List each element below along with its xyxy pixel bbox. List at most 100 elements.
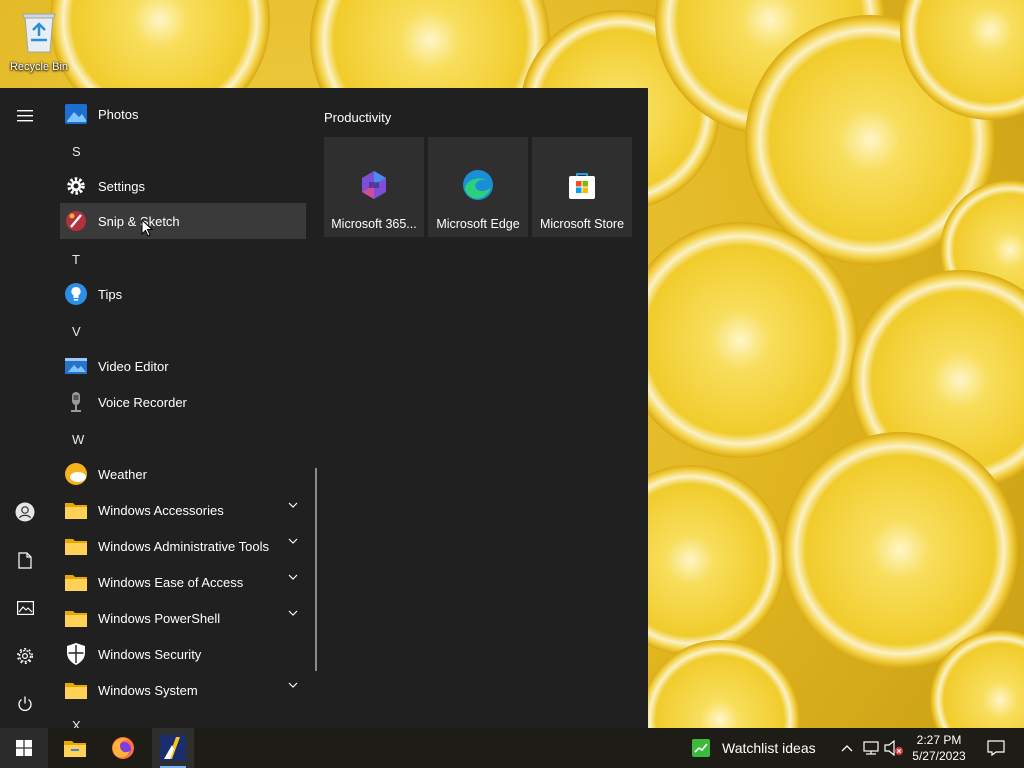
letter-header-w[interactable]: W [72, 432, 84, 447]
letter-header-v[interactable]: V [72, 324, 81, 339]
store-icon [569, 173, 595, 199]
folder-icon [64, 606, 88, 630]
app-item-windows-security[interactable]: Windows Security [60, 636, 306, 672]
notifications-button[interactable] [976, 728, 1016, 768]
power-icon [18, 696, 32, 711]
notification-icon [987, 740, 1005, 756]
tile-label: Microsoft Edge [436, 217, 520, 231]
tile-group-title[interactable]: Productivity [324, 110, 391, 125]
voice-recorder-icon [64, 390, 88, 414]
tile-label: Microsoft 365... [331, 217, 417, 231]
hamburger-button[interactable] [0, 96, 50, 136]
tile-label: Microsoft Store [539, 217, 625, 231]
folder-icon [64, 678, 88, 702]
recycle-bin-icon [22, 13, 56, 53]
app-item-photos[interactable]: Photos [60, 96, 306, 132]
app-list[interactable]: Photos S Settings Snip & Sketch T Tips V [58, 88, 310, 728]
app-label: Windows PowerShell [98, 610, 221, 626]
folder-icon [64, 498, 88, 522]
firefox-icon [112, 737, 134, 759]
app-folder-windows-accessories[interactable]: Windows Accessories [60, 492, 306, 528]
app-item-weather[interactable]: Weather [60, 456, 306, 492]
start-menu: Photos S Settings Snip & Sketch T Tips V [0, 88, 648, 728]
power-button[interactable] [0, 684, 50, 724]
app-label: Windows System [98, 682, 198, 698]
app-label: Windows Accessories [98, 502, 224, 518]
recycle-bin-shortcut[interactable]: Recycle Bin [4, 8, 74, 73]
app-list-scrollbar[interactable] [315, 468, 317, 671]
video-editor-icon [64, 354, 88, 378]
volume-button[interactable] [883, 728, 905, 768]
microsoft-365-icon [362, 171, 386, 199]
tile-microsoft-store[interactable]: Microsoft Store [532, 137, 632, 237]
taskbar-firefox[interactable] [100, 728, 146, 768]
chevron-down-icon[interactable] [288, 610, 298, 616]
file-explorer-icon [64, 741, 86, 757]
app-item-settings[interactable]: Settings [60, 168, 306, 204]
app-item-voice-recorder[interactable]: Voice Recorder [60, 384, 306, 420]
chevron-down-icon[interactable] [288, 682, 298, 688]
app-icon [160, 735, 186, 761]
app-label: Settings [98, 178, 145, 194]
app-label: Video Editor [98, 358, 169, 374]
network-button[interactable] [860, 728, 882, 768]
tile-microsoft-365[interactable]: Microsoft 365... [324, 137, 424, 237]
show-hidden-icons-button[interactable] [836, 728, 858, 768]
app-label: Voice Recorder [98, 394, 187, 410]
letter-header-x[interactable]: X [72, 718, 81, 728]
folder-icon [64, 534, 88, 558]
app-label: Windows Security [98, 646, 202, 662]
clock-time: 2:27 PM [916, 733, 962, 747]
user-icon [15, 502, 35, 522]
clock[interactable]: 2:27 PM 5/27/2023 [908, 732, 970, 764]
network-icon [863, 741, 879, 755]
app-label: Tips [98, 286, 123, 302]
taskbar-active-app[interactable] [152, 728, 194, 768]
app-label: Windows Administrative Tools [98, 538, 269, 554]
documents-button[interactable] [0, 540, 50, 580]
settings-button[interactable] [0, 636, 50, 676]
snip-sketch-icon [64, 209, 88, 233]
clock-date: 5/27/2023 [912, 749, 966, 763]
app-label: Snip & Sketch [98, 213, 180, 229]
app-item-tips[interactable]: Tips [60, 276, 306, 312]
app-folder-windows-ease-of-access[interactable]: Windows Ease of Access [60, 564, 306, 600]
taskbar: Watchlist ideas 2:27 PM 5/27/2023 [0, 728, 1024, 768]
letter-header-t[interactable]: T [72, 252, 80, 267]
app-folder-windows-administrative-tools[interactable]: Windows Administrative Tools [60, 528, 306, 564]
taskbar-file-explorer[interactable] [52, 728, 98, 768]
mouse-cursor-icon [141, 219, 153, 237]
volume-muted-icon [884, 740, 903, 756]
app-item-video-editor[interactable]: Video Editor [60, 348, 306, 384]
news-widget-label: Watchlist ideas [722, 740, 816, 756]
documents-icon [18, 551, 32, 569]
settings-gear-icon [64, 174, 88, 198]
hamburger-icon [17, 110, 33, 122]
chevron-down-icon[interactable] [288, 574, 298, 580]
news-widget[interactable]: Watchlist ideas [686, 728, 826, 768]
app-folder-windows-system[interactable]: Windows System [60, 672, 306, 708]
app-item-snip-sketch[interactable]: Snip & Sketch [60, 203, 306, 239]
chevron-up-icon [841, 745, 853, 752]
pictures-icon [16, 601, 34, 615]
app-label: Weather [98, 466, 147, 482]
letter-header-s[interactable]: S [72, 144, 81, 159]
start-rail [0, 88, 50, 728]
app-label: Photos [98, 106, 139, 122]
weather-icon [64, 462, 88, 486]
tile-microsoft-edge[interactable]: Microsoft Edge [428, 137, 528, 237]
app-label: Windows Ease of Access [98, 574, 244, 590]
photos-icon [64, 102, 88, 126]
settings-icon [17, 648, 33, 664]
chevron-down-icon[interactable] [288, 502, 298, 508]
pictures-button[interactable] [0, 588, 50, 628]
edge-icon [463, 170, 493, 200]
user-account-button[interactable] [0, 492, 50, 532]
folder-icon [64, 570, 88, 594]
recycle-bin-label: Recycle Bin [9, 61, 69, 73]
app-folder-windows-powershell[interactable]: Windows PowerShell [60, 600, 306, 636]
start-button[interactable] [0, 728, 48, 768]
chevron-down-icon[interactable] [288, 538, 298, 544]
tips-icon [64, 282, 88, 306]
shield-icon [64, 642, 88, 666]
